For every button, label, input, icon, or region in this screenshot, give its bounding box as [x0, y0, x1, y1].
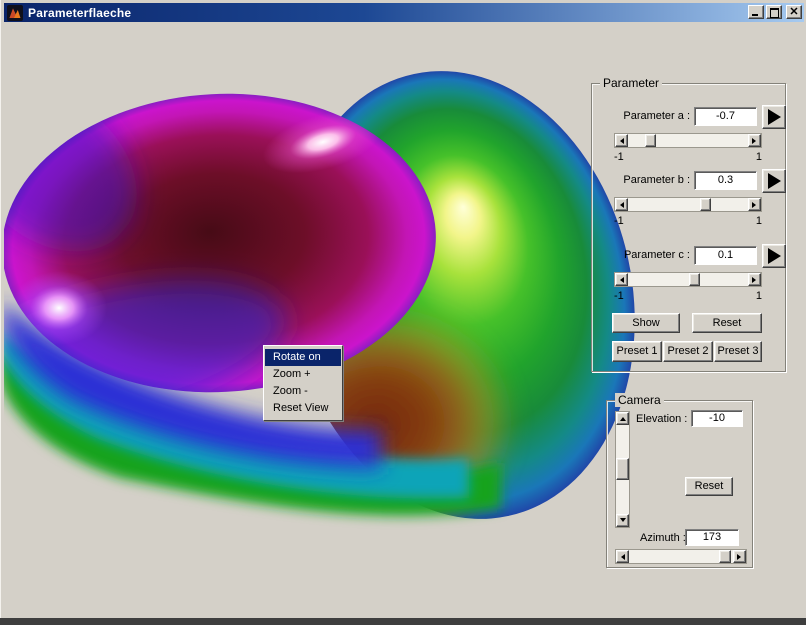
slider-down-arrow-icon[interactable] [616, 514, 629, 527]
preset2-button[interactable]: Preset 2 [663, 341, 713, 362]
parameter-panel-title: Parameter [600, 76, 662, 90]
close-button[interactable]: ✕ [786, 5, 802, 19]
close-icon: ✕ [787, 5, 801, 18]
slider-left-arrow-icon[interactable] [616, 550, 629, 563]
slider-left-arrow-icon[interactable] [615, 134, 628, 147]
app-window: Parameterflaeche ✕ [0, 0, 806, 618]
play-icon [768, 248, 781, 264]
elevation-label: Elevation : [636, 413, 687, 425]
minimize-icon [752, 14, 758, 16]
param-b-field[interactable]: 0.3 [694, 171, 757, 190]
play-icon [768, 173, 781, 189]
param-c-field[interactable]: 0.1 [694, 246, 757, 265]
param-a-slider[interactable] [614, 133, 762, 148]
param-c-max-label: 1 [732, 290, 762, 302]
param-a-slider-thumb[interactable] [645, 134, 656, 147]
slider-left-arrow-icon[interactable] [615, 273, 628, 286]
slider-right-arrow-icon[interactable] [748, 273, 761, 286]
slider-right-arrow-icon[interactable] [748, 134, 761, 147]
titlebar[interactable]: Parameterflaeche ✕ [4, 3, 804, 22]
azimuth-slider-thumb[interactable] [719, 550, 731, 563]
menu-item-rotate-on[interactable]: Rotate on [265, 349, 341, 366]
figure-canvas: Parameter Parameter a : -0.7 -1 1 Parame… [4, 22, 804, 618]
camera-panel: Camera Elevation : -10 Reset Azimuth : 1… [606, 400, 753, 568]
param-c-label: Parameter c : [606, 249, 690, 261]
menu-item-reset-view[interactable]: Reset View [265, 400, 341, 417]
camera-reset-button[interactable]: Reset [685, 477, 733, 496]
param-a-field[interactable]: -0.7 [694, 107, 757, 126]
param-a-label: Parameter a : [606, 110, 690, 122]
elevation-field[interactable]: -10 [691, 410, 743, 427]
azimuth-field[interactable]: 173 [685, 529, 739, 546]
azimuth-slider[interactable] [615, 549, 747, 564]
param-c-play-button[interactable] [762, 244, 786, 268]
param-a-min-label: -1 [614, 151, 624, 163]
show-button[interactable]: Show [612, 313, 680, 333]
context-menu: Rotate on Zoom + Zoom - Reset View [263, 345, 343, 421]
preset1-button[interactable]: Preset 1 [612, 341, 662, 362]
param-b-label: Parameter b : [606, 174, 690, 186]
param-b-slider-thumb[interactable] [700, 198, 711, 211]
elevation-slider-thumb[interactable] [616, 458, 629, 480]
parameter-panel: Parameter Parameter a : -0.7 -1 1 Parame… [591, 83, 786, 372]
slider-right-arrow-icon[interactable] [733, 550, 746, 563]
menu-item-zoom-out[interactable]: Zoom - [265, 383, 341, 400]
slider-left-arrow-icon[interactable] [615, 198, 628, 211]
slider-right-arrow-icon[interactable] [748, 198, 761, 211]
reset-button[interactable]: Reset [692, 313, 762, 333]
param-a-play-button[interactable] [762, 105, 786, 129]
menu-item-zoom-in[interactable]: Zoom + [265, 366, 341, 383]
preset3-button[interactable]: Preset 3 [714, 341, 762, 362]
azimuth-label: Azimuth : [640, 532, 686, 544]
play-icon [768, 109, 781, 125]
window-title: Parameterflaeche [28, 6, 131, 20]
param-b-min-label: -1 [614, 215, 624, 227]
matlab-icon [7, 5, 23, 21]
param-b-slider[interactable] [614, 197, 762, 212]
param-c-slider[interactable] [614, 272, 762, 287]
camera-panel-title: Camera [615, 393, 664, 407]
param-c-slider-thumb[interactable] [689, 273, 700, 286]
param-b-max-label: 1 [732, 215, 762, 227]
minimize-button[interactable] [748, 5, 764, 19]
slider-up-arrow-icon[interactable] [616, 412, 629, 425]
param-c-min-label: -1 [614, 290, 624, 302]
elevation-slider[interactable] [615, 411, 630, 528]
maximize-icon [770, 8, 779, 18]
param-a-max-label: 1 [732, 151, 762, 163]
param-b-play-button[interactable] [762, 169, 786, 193]
desktop-edge [0, 618, 806, 625]
maximize-button[interactable] [766, 5, 782, 19]
